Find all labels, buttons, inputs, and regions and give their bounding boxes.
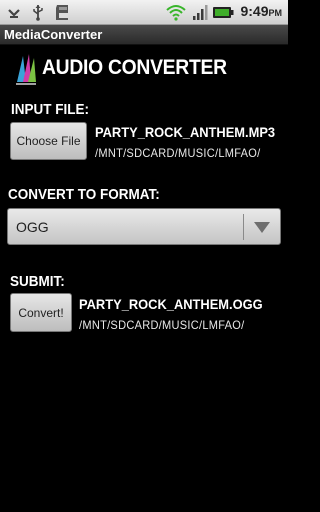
page-title: AUDIO CONVERTER [42,56,227,79]
submit-label: SUBMIT: [10,273,65,290]
usb-icon [33,5,43,21]
wifi-icon [166,5,186,21]
input-file-label: INPUT FILE: [11,101,90,118]
input-file-name: PARTY_ROCK_ANTHEM.MP3 [95,124,276,140]
app-title: MediaConverter [4,27,103,42]
signal-icon [193,5,208,20]
input-file-path: /MNT/SDCARD/MUSIC/LMFAO/ [95,146,261,160]
sd-card-icon [56,5,68,20]
convert-format-label: CONVERT TO FORMAT: [8,186,160,203]
format-select[interactable]: OGG [7,208,281,245]
convert-button[interactable]: Convert! [10,293,72,332]
usb-debug-icon [8,9,20,18]
output-file-name: PARTY_ROCK_ANTHEM.OGG [79,296,263,312]
app-logo-icon [16,54,36,85]
clock: 9:49PM [240,3,282,19]
chevron-down-icon [254,222,270,233]
choose-file-button[interactable]: Choose File [10,122,87,160]
output-file-path: /MNT/SDCARD/MUSIC/LMFAO/ [79,318,245,332]
format-select-value: OGG [16,219,49,235]
select-divider [243,214,244,240]
title-bar: MediaConverter [0,25,288,45]
battery-icon [213,7,234,18]
status-bar: 9:49PM [0,0,288,25]
